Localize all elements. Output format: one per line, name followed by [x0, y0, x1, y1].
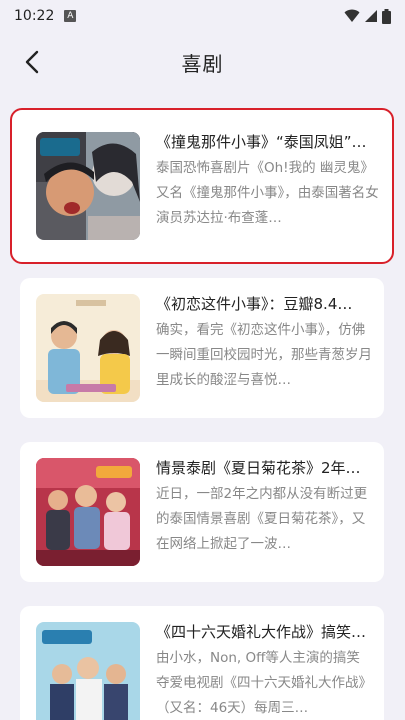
article-card[interactable]: 《撞鬼那件小事》“泰国凤姐”… 泰国恐怖喜剧片《Oh!我的 幽灵鬼》又名《撞鬼那…: [10, 108, 394, 264]
article-thumbnail: [36, 622, 140, 720]
article-thumbnail: [36, 458, 140, 566]
article-summary: 近日，一部2年之内都从没有断过更的泰国情景喜剧《夏日菊花茶》，又在网络上掀起了一…: [156, 486, 368, 552]
article-thumbnail: [36, 132, 140, 240]
status-icons: [344, 8, 391, 24]
status-time: 10:22: [14, 8, 55, 24]
wifi-icon: [344, 9, 360, 22]
article-title: 情景泰剧《夏日菊花茶》2年…: [156, 459, 361, 477]
battery-icon: [382, 8, 391, 24]
article-summary: 由小水，Non, Off等人主演的搞笑夺爱电视剧《四十六天婚礼大作战》（又名：4…: [156, 650, 372, 716]
article-summary: 确实，看完《初恋这件小事》，仿佛一瞬间重回校园时光，那些青葱岁月里成长的酸涩与喜…: [156, 322, 372, 388]
article-title: 《初恋这件小事》：豆瓣8.4…: [156, 295, 353, 313]
article-title: 《四十六天婚礼大作战》搞笑…: [156, 623, 367, 641]
article-summary: 泰国恐怖喜剧片《Oh!我的 幽灵鬼》又名《撞鬼那件小事》，由泰国著名女演员苏达拉…: [156, 160, 379, 226]
article-card[interactable]: 《四十六天婚礼大作战》搞笑… 由小水，Non, Off等人主演的搞笑夺爱电视剧《…: [20, 606, 384, 720]
chevron-left-icon: [25, 50, 39, 74]
page-title: 喜剧: [181, 51, 224, 76]
back-button[interactable]: [16, 46, 48, 78]
article-thumbnail: [36, 294, 140, 402]
status-bar: 10:22 A: [0, 0, 405, 32]
article-title: 《撞鬼那件小事》“泰国凤姐”…: [156, 133, 367, 151]
article-card[interactable]: 情景泰剧《夏日菊花茶》2年… 近日，一部2年之内都从没有断过更的泰国情景喜剧《夏…: [20, 442, 384, 582]
article-card[interactable]: 《初恋这件小事》：豆瓣8.4… 确实，看完《初恋这件小事》，仿佛一瞬间重回校园时…: [20, 278, 384, 418]
signal-icon: [365, 10, 377, 22]
app-header: 喜剧: [0, 32, 405, 92]
notification-icon: A: [64, 10, 77, 22]
